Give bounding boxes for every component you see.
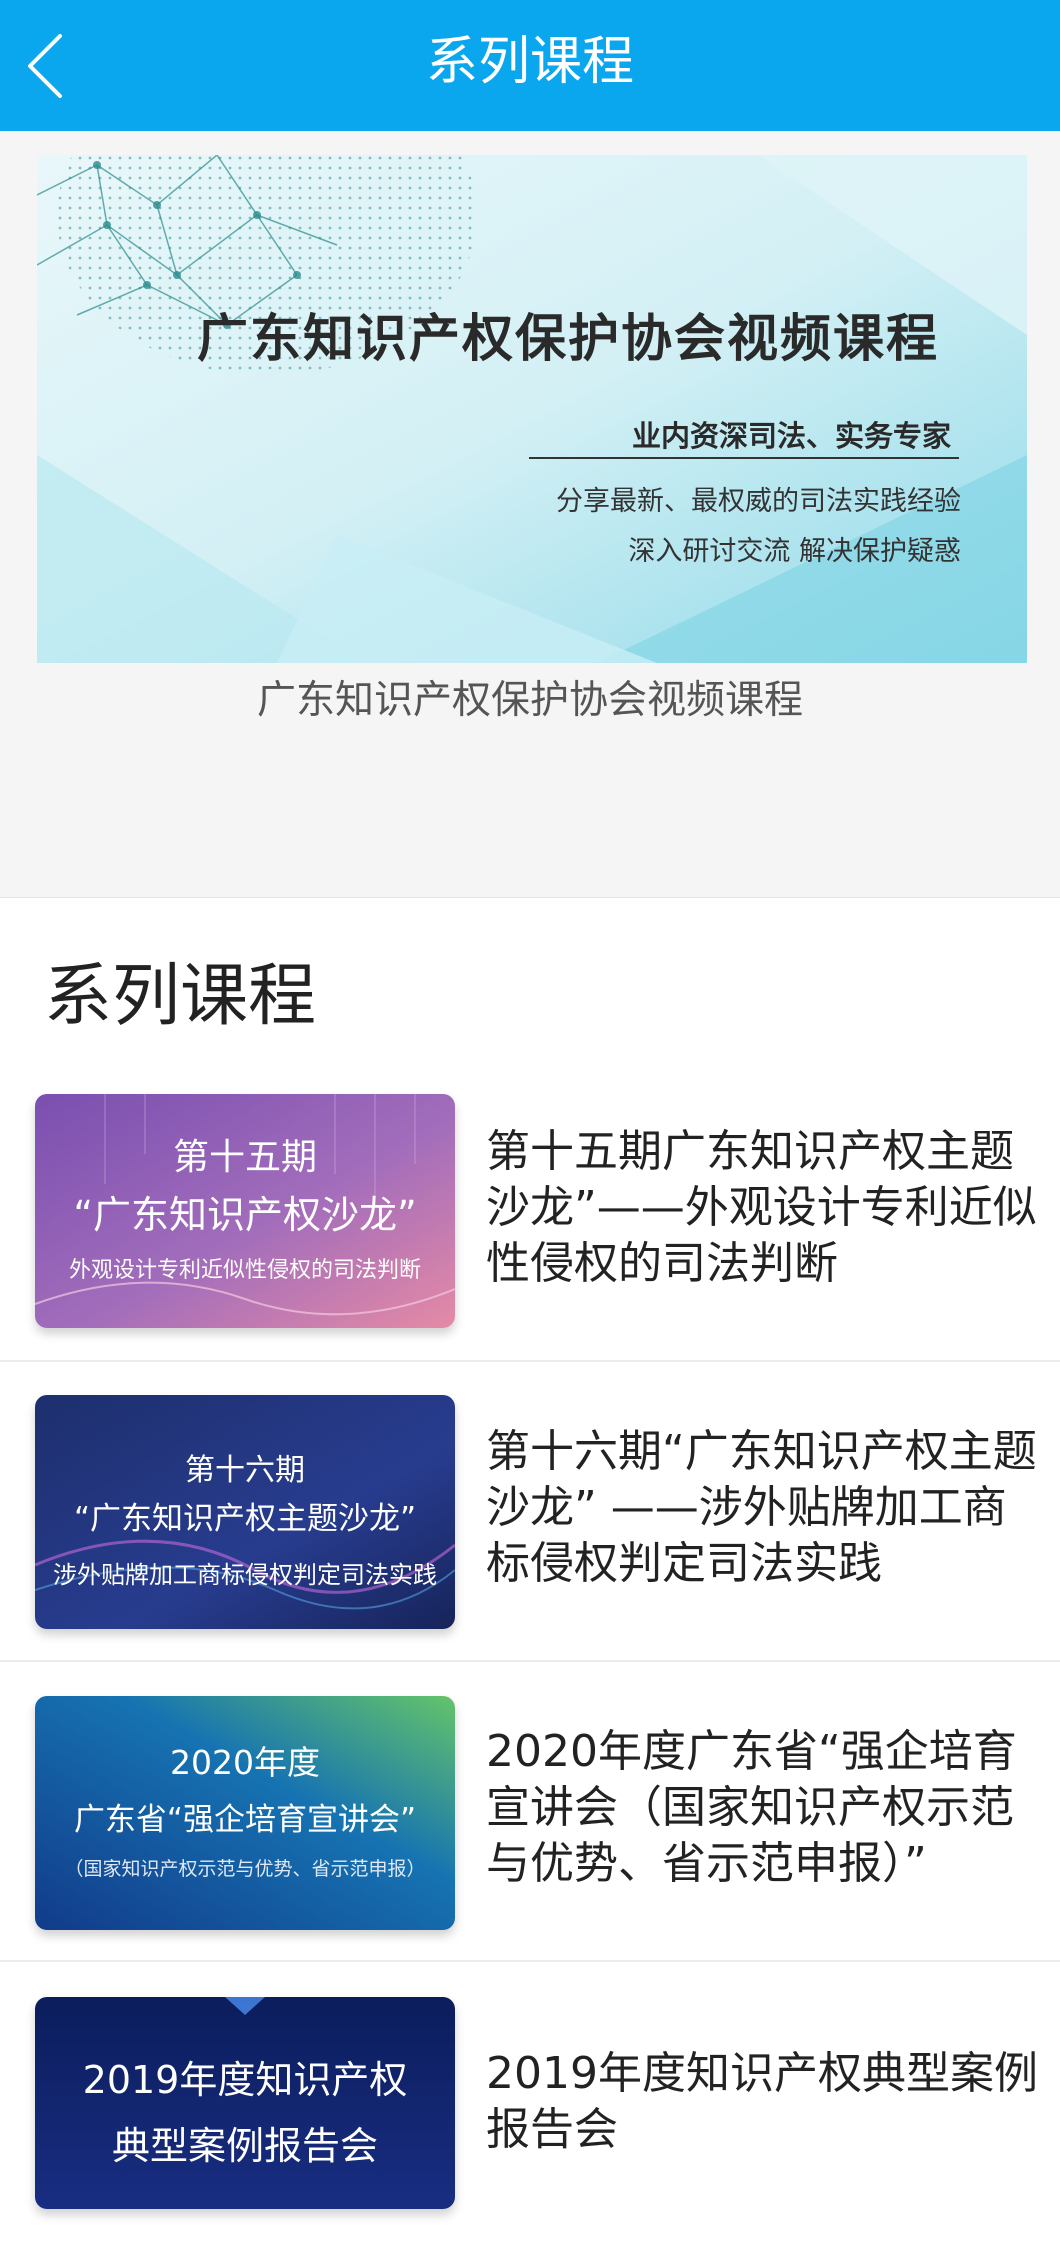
thumbnail-line-1: 第十六期 — [185, 1453, 305, 1488]
banner-line-2: 分享最新、最权威的司法实践经验 — [556, 486, 961, 517]
thumbnail-line-1: 2020年度 — [170, 1743, 320, 1782]
top-bar: 系列课程 — [0, 0, 1060, 131]
thumbnail-line-2: 广东省“强企培育宣讲会” — [73, 1802, 417, 1838]
course-item-4[interactable]: 2019年度知识产权 典型案例报告会 2019年度知识产权典型案例报告会 — [0, 1962, 1060, 2243]
thumbnail-line-3: 涉外贴牌加工商标侵权判定司法实践 — [53, 1561, 437, 1589]
course-title: 2019年度知识产权典型案例报告会 — [486, 2048, 1038, 2155]
thumbnail-line-1: 第十五期 — [172, 1137, 317, 1178]
section-title: 系列课程 — [44, 957, 317, 1036]
thumbnail-line-2: “广东知识产权主题沙龙” — [73, 1501, 417, 1537]
thumbnail-line-2: “广东知识产权沙龙” — [73, 1193, 417, 1237]
banner-subtitle: 业内资深司法、实务专家 — [631, 419, 951, 453]
hero-section: 广东知识产权保护协会视频课程 业内资深司法、实务专家 分享最新、最权威的司法实践… — [0, 131, 1060, 898]
section-divider — [0, 897, 1060, 898]
course-title: 2020年度广东省“强企培育宣讲会（国家知识产权示范与优势、省示范申报）” — [486, 1726, 1017, 1889]
thumbnail-line-3: 外观设计专利近似性侵权的司法判断 — [68, 1258, 421, 1283]
banner-caption: 广东知识产权保护协会视频课程 — [256, 678, 803, 723]
course-thumbnail: 2019年度知识产权 典型案例报告会 — [35, 1997, 455, 2209]
banner-line-3: 深入研讨交流 解决保护疑惑 — [628, 536, 961, 567]
page-title: 系列课程 — [425, 32, 634, 92]
banner-title: 广东知识产权保护协会视频课程 — [197, 310, 940, 369]
course-thumbnail: 第十六期 “广东知识产权主题沙龙” 涉外贴牌加工商标侵权判定司法实践 — [35, 1395, 455, 1629]
banner-divider — [529, 457, 959, 459]
thumbnail-line-1: 2019年度知识产权 — [82, 2058, 408, 2102]
course-item-1[interactable]: 第十五期 “广东知识产权沙龙” 外观设计专利近似性侵权的司法判断 第十五期广东知… — [0, 1062, 1060, 1362]
course-item-3[interactable]: 2020年度 广东省“强企培育宣讲会” （国家知识产权示范与优势、省示范申报） … — [0, 1662, 1060, 1962]
course-thumbnail: 第十五期 “广东知识产权沙龙” 外观设计专利近似性侵权的司法判断 — [35, 1094, 455, 1328]
thumbnail-line-3: （国家知识产权示范与优势、省示范申报） — [64, 1858, 426, 1880]
hero-banner[interactable]: 广东知识产权保护协会视频课程 业内资深司法、实务专家 分享最新、最权威的司法实践… — [37, 155, 1027, 663]
banner-background — [37, 155, 1027, 663]
course-title: 第十六期“广东知识产权主题沙龙” ——涉外贴牌加工商标侵权判定司法实践 — [486, 1426, 1037, 1589]
course-thumbnail: 2020年度 广东省“强企培育宣讲会” （国家知识产权示范与优势、省示范申报） — [35, 1696, 455, 1930]
thumbnail-line-2: 典型案例报告会 — [111, 2124, 378, 2168]
course-item-2[interactable]: 第十六期 “广东知识产权主题沙龙” 涉外贴牌加工商标侵权判定司法实践 第十六期“… — [0, 1362, 1060, 1662]
course-title: 第十五期广东知识产权主题沙龙”——外观设计专利近似性侵权的司法判断 — [486, 1126, 1037, 1289]
